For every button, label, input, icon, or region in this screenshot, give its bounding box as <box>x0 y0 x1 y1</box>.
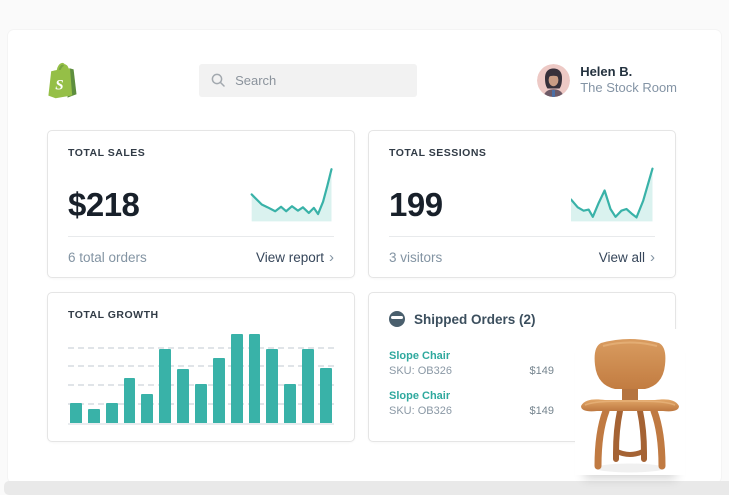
total-sales-card: TOTAL SALES $218 6 total orders View rep… <box>47 130 355 278</box>
growth-bars <box>68 334 334 425</box>
order-item-sku: SKU: OB326 <box>389 405 452 417</box>
total-growth-label: TOTAL GROWTH <box>68 309 334 321</box>
shipped-orders-header: Shipped Orders (2) <box>389 311 655 327</box>
order-item-details: SKU: OB326 $149 <box>389 405 554 417</box>
order-item: Slope Chair SKU: OB326 $149 <box>389 390 554 417</box>
user-menu[interactable]: Helen B. The Stock Room <box>537 64 677 97</box>
order-item-name-link[interactable]: Slope Chair <box>389 390 554 402</box>
order-item: Slope Chair SKU: OB326 $149 <box>389 350 554 377</box>
top-bar: S <box>47 60 677 100</box>
view-all-label: View all <box>599 250 645 265</box>
growth-chart <box>68 334 334 425</box>
user-name: Helen B. <box>580 64 677 80</box>
growth-bar <box>213 358 225 423</box>
view-report-label: View report <box>256 250 324 265</box>
wooden-chair-image <box>575 329 685 475</box>
shipped-orders-card: Shipped Orders (2) Slope Chair SKU: OB32… <box>368 292 676 442</box>
order-item-sku: SKU: OB326 <box>389 365 452 377</box>
total-sessions-card: TOTAL SESSIONS 199 3 visitors View all › <box>368 130 676 278</box>
view-report-link[interactable]: View report › <box>256 249 334 266</box>
user-store: The Stock Room <box>580 80 677 96</box>
growth-bar <box>249 334 261 423</box>
total-sessions-label: TOTAL SESSIONS <box>389 147 655 159</box>
growth-bar <box>195 384 207 423</box>
order-list: Slope Chair SKU: OB326 $149 Slope Chair … <box>389 350 554 430</box>
growth-bar <box>177 369 189 423</box>
page-bottom-edge <box>4 481 729 495</box>
growth-bar <box>266 349 278 423</box>
orders-box-icon <box>389 311 405 327</box>
order-item-price: $149 <box>530 405 554 417</box>
cards-grid: TOTAL SALES $218 6 total orders View rep… <box>47 130 676 442</box>
order-item-name-link[interactable]: Slope Chair <box>389 350 554 362</box>
total-sales-sparkline <box>250 167 334 223</box>
total-sessions-sparkline <box>571 167 655 223</box>
view-all-link[interactable]: View all › <box>599 249 655 266</box>
growth-bar <box>284 384 296 423</box>
chevron-right-icon: › <box>650 249 655 266</box>
chevron-right-icon: › <box>329 249 334 266</box>
growth-bar <box>124 378 136 423</box>
dashboard-window: S <box>8 30 721 483</box>
growth-bar <box>106 403 118 423</box>
shopify-logo-icon[interactable]: S <box>47 62 79 99</box>
svg-text:S: S <box>55 77 63 93</box>
total-sales-label: TOTAL SALES <box>68 147 334 159</box>
growth-bar <box>159 349 171 423</box>
order-item-details: SKU: OB326 $149 <box>389 365 554 377</box>
shipped-orders-title: Shipped Orders (2) <box>414 312 536 327</box>
growth-bar <box>231 334 243 423</box>
total-sessions-value: 199 <box>389 188 443 223</box>
avatar <box>537 64 570 97</box>
search-icon <box>211 73 225 87</box>
user-info: Helen B. The Stock Room <box>580 64 677 97</box>
growth-bar <box>302 349 314 423</box>
total-sales-footer: 6 total orders View report › <box>68 237 334 266</box>
growth-bar <box>320 368 332 423</box>
total-sales-value: $218 <box>68 188 139 223</box>
total-sales-metric-row: $218 <box>68 167 334 223</box>
total-growth-card: TOTAL GROWTH <box>47 292 355 442</box>
total-sessions-subtext: 3 visitors <box>389 250 442 265</box>
growth-bar <box>70 403 82 423</box>
total-sessions-footer: 3 visitors View all › <box>389 237 655 266</box>
total-sales-subtext: 6 total orders <box>68 250 147 265</box>
product-photo-slope-chair <box>575 329 685 475</box>
growth-bar <box>141 394 153 423</box>
total-sessions-metric-row: 199 <box>389 167 655 223</box>
order-item-price: $149 <box>530 365 554 377</box>
search-box <box>199 64 417 97</box>
search-input[interactable] <box>235 73 405 88</box>
growth-bar <box>88 409 100 423</box>
